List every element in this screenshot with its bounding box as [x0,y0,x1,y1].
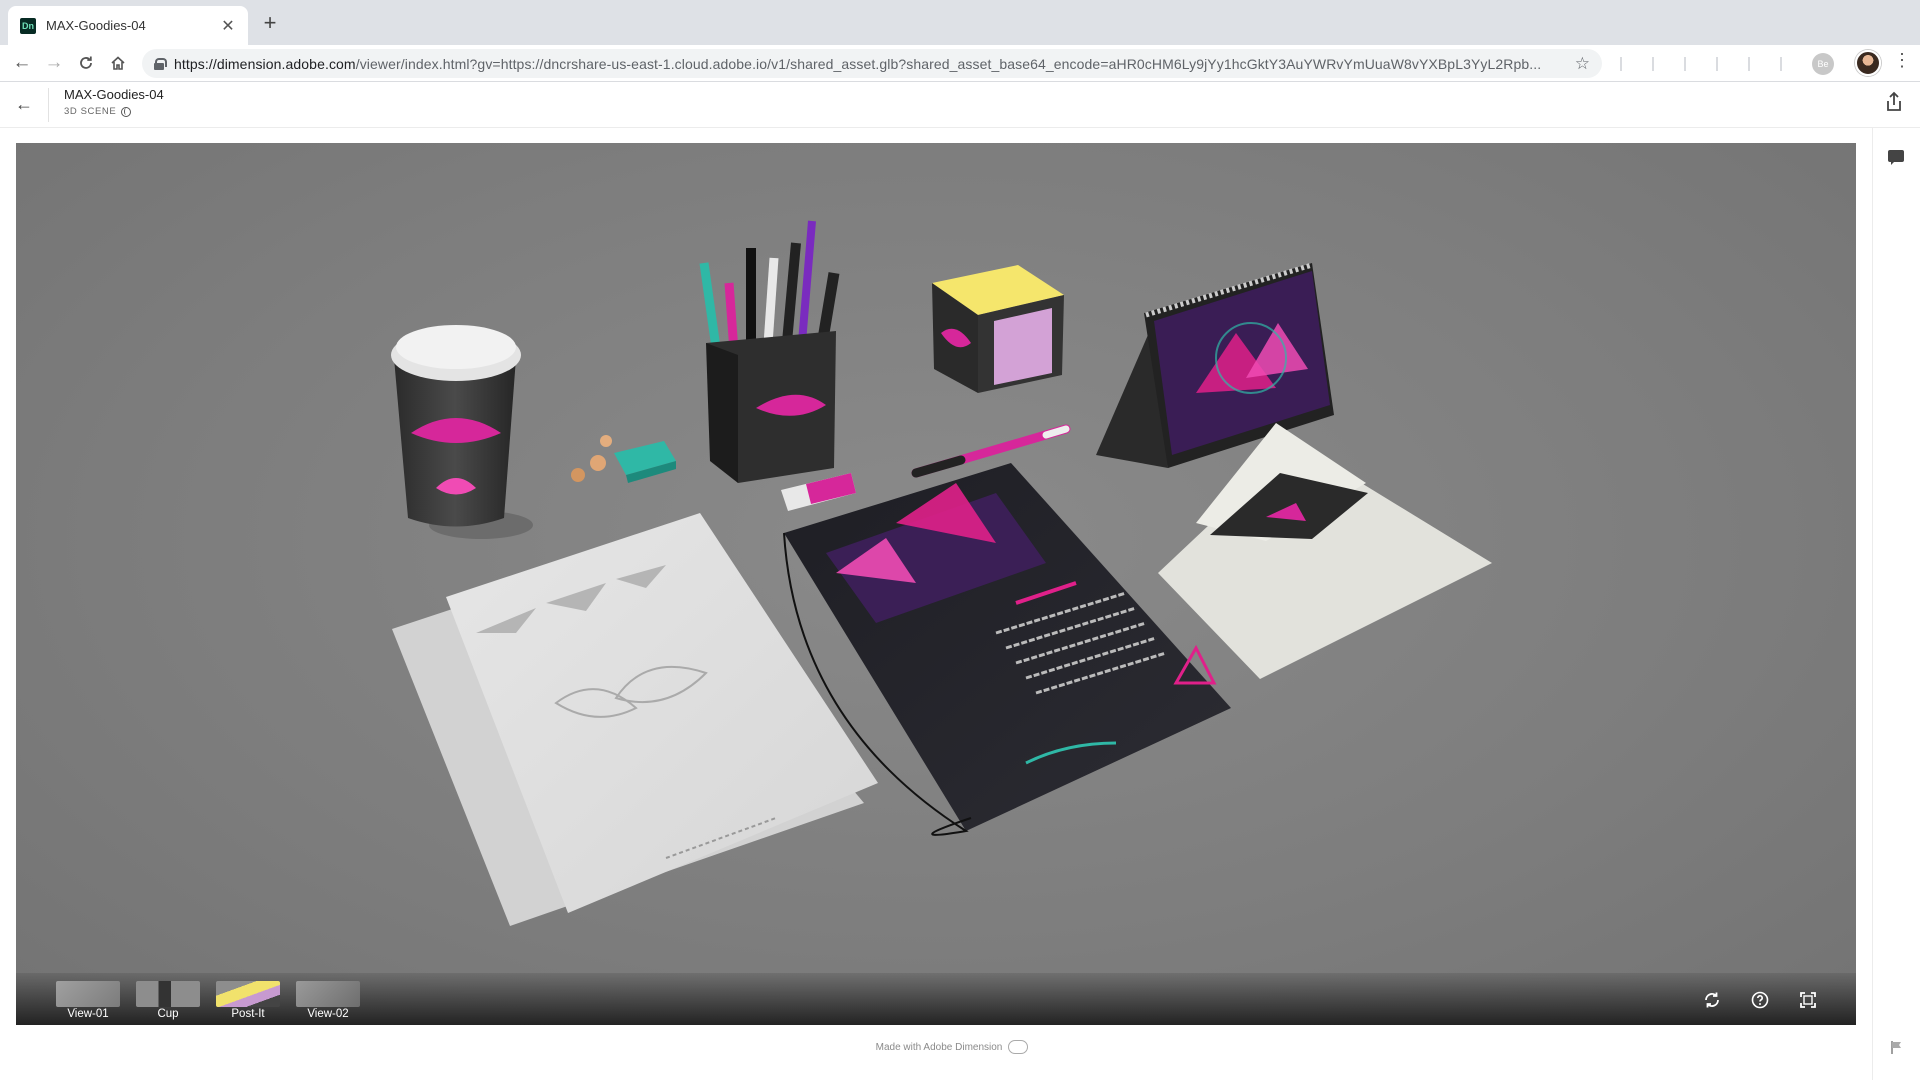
extension-icon[interactable] [1684,57,1686,71]
reload-icon[interactable] [72,49,100,77]
fullscreen-icon[interactable] [1796,988,1820,1012]
back-arrow-icon[interactable]: ← [12,92,36,116]
document-title: MAX-Goodies-04 [64,87,164,102]
divider [48,88,49,122]
forward-arrow-icon[interactable]: → [40,49,68,77]
desk-calendar-model [1096,262,1334,468]
document-type: 3D SCENE [64,106,132,117]
made-with-credit[interactable]: Made with Adobe Dimension [0,1040,1904,1054]
profile-avatar[interactable] [1855,50,1881,76]
eraser-model [781,473,856,511]
browser-menu-icon[interactable]: ⋮ [1892,50,1912,71]
post-it-cube-model [932,265,1064,393]
extension-icon[interactable] [1620,57,1622,71]
view-thumbnail-image [136,981,200,1007]
home-icon[interactable] [104,49,132,77]
address-bar[interactable]: https://dimension.adobe.com/viewer/index… [142,49,1602,78]
view-label: View-01 [67,1008,109,1020]
browser-tab[interactable]: Dn MAX-Goodies-04 ✕ [8,6,248,45]
close-tab-icon[interactable]: ✕ [220,16,236,36]
pen-model [911,424,1071,478]
viewer-header: ← MAX-Goodies-04 3D SCENE [0,82,1920,128]
star-icon[interactable]: ☆ [1575,54,1590,74]
extension-icon[interactable] [1716,57,1718,71]
view-thumbnail-view-01[interactable]: View-01 [56,981,120,1021]
extension-icon[interactable] [1652,57,1654,71]
view-label: Cup [157,1008,179,1020]
3d-viewport[interactable]: View-01 Cup Post-It View-02 [16,143,1856,1025]
extension-icon[interactable] [1748,57,1750,71]
share-icon[interactable] [1884,91,1908,117]
browser-toolbar: ← → https://dimension.adobe.com/viewer/i… [0,45,1920,82]
viewer-toolbar: View-01 Cup Post-It View-02 [16,973,1856,1025]
lock-icon [154,57,167,70]
comment-icon[interactable] [1888,150,1904,165]
view-thumbnail-cup[interactable]: Cup [136,981,200,1021]
credit-text: Made with Adobe Dimension [875,1041,1003,1053]
document-type-label: 3D SCENE [64,106,117,117]
creative-cloud-icon [1008,1040,1029,1054]
sharpener-model [571,435,676,483]
public-globe-icon [121,106,132,117]
view-thumbnail-view-02[interactable]: View-02 [296,981,360,1021]
new-tab-button[interactable]: + [258,12,282,36]
3d-scene-render [391,220,1492,926]
back-arrow-icon[interactable]: ← [8,49,36,77]
coffee-cup-model [391,325,533,539]
dimension-favicon-icon: Dn [20,17,36,34]
tab-title: MAX-Goodies-04 [46,18,146,33]
url-text: https://dimension.adobe.com/viewer/index… [174,55,1542,72]
view-thumbnail-image [56,981,120,1007]
browser-tabstrip: Dn MAX-Goodies-04 ✕ + [0,0,1920,45]
right-sidebar [1872,128,1920,1080]
extension-icon[interactable] [1780,57,1782,71]
envelope-model [1158,423,1492,679]
help-icon[interactable] [1748,988,1772,1012]
pencil-holder-model [699,220,840,483]
view-label: View-02 [307,1008,349,1020]
view-thumbnail-post-it[interactable]: Post-It [216,981,280,1021]
letterhead-papers-model [392,513,878,926]
view-label: Post-It [231,1008,265,1020]
reset-view-refresh-icon[interactable] [1700,988,1724,1012]
view-thumbnail-image [296,981,360,1007]
view-thumbnail-image [216,981,280,1007]
behance-extension-icon[interactable]: Be [1812,53,1834,75]
